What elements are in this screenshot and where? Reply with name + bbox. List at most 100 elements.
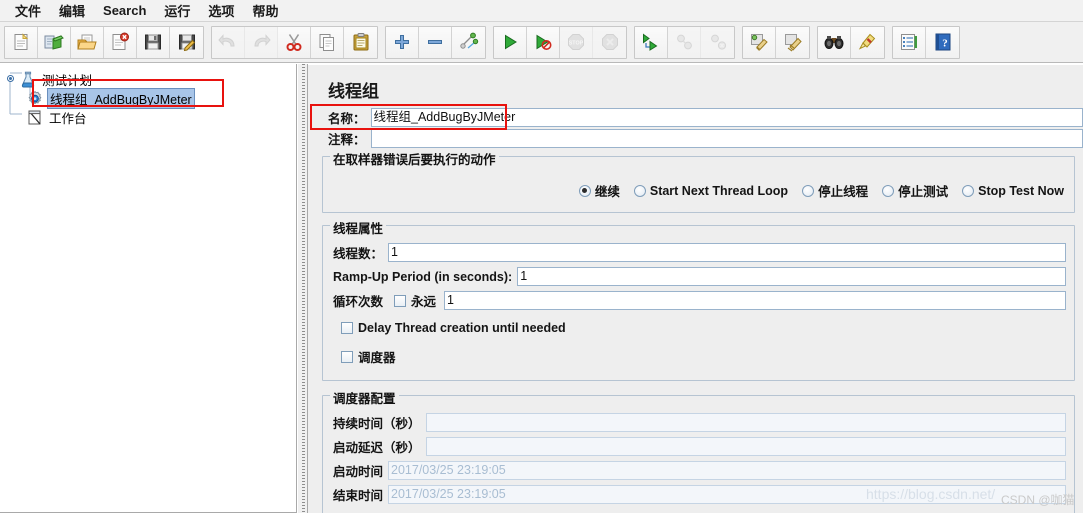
radio-label: 继续 — [594, 185, 620, 199]
thread-count-input[interactable]: 1 — [388, 243, 1066, 262]
toolbar-group-search — [817, 25, 885, 59]
menu-bar: 文件 编辑 Search 运行 选项 帮助 — [0, 0, 1083, 22]
radio-label: Start Next Thread Loop — [649, 183, 789, 198]
ramp-up-row: Ramp-Up Period (in seconds): 1 — [331, 267, 1066, 286]
open-folder-icon[interactable] — [71, 26, 104, 58]
radio-mark-icon — [578, 184, 591, 197]
menu-search[interactable]: Search — [94, 1, 155, 20]
tree-node-label: 测试计划 — [42, 74, 93, 88]
sampler-error-action-title: 在取样器错误后要执行的动作 — [330, 149, 499, 168]
menu-edit[interactable]: 编辑 — [50, 0, 94, 22]
duration-input[interactable] — [425, 413, 1066, 432]
undo-icon[interactable] — [212, 26, 245, 58]
toolbar-group-help: ? — [892, 25, 960, 59]
menu-options[interactable]: 选项 — [199, 0, 243, 22]
svg-text:?: ? — [942, 38, 948, 50]
loop-count-label: 循环次数 — [333, 295, 384, 309]
radio-start-next-thread-loop[interactable]: Start Next Thread Loop — [633, 183, 789, 198]
remote-shutdown-all-icon[interactable] — [701, 26, 734, 58]
forever-checkbox[interactable] — [394, 294, 407, 307]
sampler-error-action-group: 在取样器错误后要执行的动作 继续 Start Next Thread Loop … — [322, 149, 1075, 213]
end-time-input[interactable]: 2017/03/25 23:19:05 — [388, 485, 1066, 504]
toolbar-group-tree — [385, 25, 486, 59]
redo-icon[interactable] — [245, 26, 278, 58]
duration-row: 持续时间（秒） — [331, 413, 1066, 432]
delay-thread-creation-checkbox[interactable] — [341, 322, 353, 334]
scheduler-configuration-title: 调度器配置 — [330, 388, 399, 407]
thread-count-label: 线程数： — [333, 247, 384, 261]
startup-delay-row: 启动延迟（秒） — [331, 437, 1066, 456]
thread-properties-group: 线程属性 线程数： 1 Ramp-Up Period (in seconds):… — [322, 218, 1075, 381]
copy-icon[interactable] — [311, 26, 344, 58]
tree-node-label: 线程组_AddBugByJMeter — [47, 88, 195, 109]
toggle-icon[interactable] — [452, 26, 485, 58]
radio-continue[interactable]: 继续 — [578, 181, 620, 200]
test-plan-tree-panel[interactable]: 测试计划 线程组_AddBugByJMeter 工作台 — [0, 64, 297, 513]
test-plan-tree[interactable]: 测试计划 线程组_AddBugByJMeter 工作台 — [0, 64, 296, 127]
radio-stop-test[interactable]: 停止测试 — [882, 181, 948, 200]
stop-icon[interactable]: STOP — [560, 26, 593, 58]
scheduler-checkbox[interactable] — [341, 350, 353, 363]
start-icon[interactable] — [494, 26, 527, 58]
delay-thread-creation-row[interactable]: Delay Thread creation until needed — [331, 315, 1066, 341]
name-label: 名称： — [328, 112, 366, 126]
delay-thread-creation-label: Delay Thread creation until needed — [358, 321, 566, 335]
startup-delay-label: 启动延迟（秒） — [333, 441, 421, 455]
tree-node-thread-group[interactable]: 线程组_AddBugByJMeter — [4, 88, 296, 109]
shutdown-icon[interactable] — [593, 26, 626, 58]
radio-mark-icon — [633, 184, 646, 197]
comment-input[interactable] — [370, 129, 1083, 148]
radio-label: Stop Test Now — [978, 183, 1064, 198]
scheduler-row[interactable]: 调度器 — [331, 341, 1066, 372]
save-icon[interactable] — [137, 26, 170, 58]
expand-all-icon[interactable] — [386, 26, 419, 58]
radio-stop-test-now[interactable]: Stop Test Now — [962, 184, 1064, 198]
thread-group-editor: 线程组 名称： 线程组_AddBugByJMeter 注释： 在取样器错误后要执… — [308, 64, 1083, 513]
radio-stop-thread[interactable]: 停止线程 — [802, 181, 868, 200]
ramp-up-input[interactable]: 1 — [517, 267, 1066, 286]
main-area: 测试计划 线程组_AddBugByJMeter 工作台 线程组 名称： 线程组_… — [0, 64, 1083, 513]
toolbar-group-remote — [634, 25, 735, 59]
test-plan-icon — [21, 71, 35, 88]
end-time-label: 结束时间 — [333, 489, 384, 503]
forever-label: 永远 — [411, 295, 437, 309]
menu-help[interactable]: 帮助 — [243, 0, 287, 22]
loop-count-input[interactable]: 1 — [444, 291, 1066, 310]
save-as-icon[interactable] — [170, 26, 203, 58]
scheduler-configuration-group: 调度器配置 持续时间（秒） 启动延迟（秒） 启动时间 2017/03/25 23… — [322, 388, 1075, 513]
end-time-row: 结束时间 2017/03/25 23:19:05 — [331, 485, 1066, 504]
paste-icon[interactable] — [344, 26, 377, 58]
comment-label: 注释： — [328, 133, 366, 147]
radio-mark-icon — [882, 184, 895, 197]
start-time-input[interactable]: 2017/03/25 23:19:05 — [388, 461, 1066, 480]
thread-count-row: 线程数： 1 — [331, 243, 1066, 262]
reset-search-icon[interactable] — [851, 26, 884, 58]
clear-icon[interactable] — [743, 26, 776, 58]
function-helper-icon[interactable] — [893, 26, 926, 58]
name-input[interactable]: 线程组_AddBugByJMeter — [370, 108, 1083, 127]
start-no-timers-icon[interactable] — [527, 26, 560, 58]
menu-run[interactable]: 运行 — [155, 0, 199, 22]
tree-node-workbench[interactable]: 工作台 — [4, 108, 296, 127]
remote-start-all-icon[interactable] — [635, 26, 668, 58]
search-binoculars-icon[interactable] — [818, 26, 851, 58]
radio-label: 停止测试 — [898, 185, 949, 199]
cut-icon[interactable] — [278, 26, 311, 58]
help-icon[interactable]: ? — [926, 26, 959, 58]
thread-properties-title: 线程属性 — [330, 218, 387, 237]
new-document-icon[interactable] — [5, 26, 38, 58]
toolbar-group-edit — [211, 25, 378, 59]
tree-expand-handle[interactable] — [4, 70, 19, 89]
close-document-icon[interactable] — [104, 26, 137, 58]
toolbar-group-file — [4, 25, 204, 59]
startup-delay-input[interactable] — [425, 437, 1066, 456]
start-time-label: 启动时间 — [333, 465, 384, 479]
name-row: 名称： 线程组_AddBugByJMeter — [308, 108, 1083, 127]
collapse-all-icon[interactable] — [419, 26, 452, 58]
remote-stop-all-icon[interactable] — [668, 26, 701, 58]
menu-file[interactable]: 文件 — [6, 0, 50, 22]
tree-node-test-plan[interactable]: 测试计划 — [4, 70, 296, 89]
clear-all-icon[interactable] — [776, 26, 809, 58]
panel-splitter[interactable] — [297, 64, 308, 513]
templates-icon[interactable] — [38, 26, 71, 58]
